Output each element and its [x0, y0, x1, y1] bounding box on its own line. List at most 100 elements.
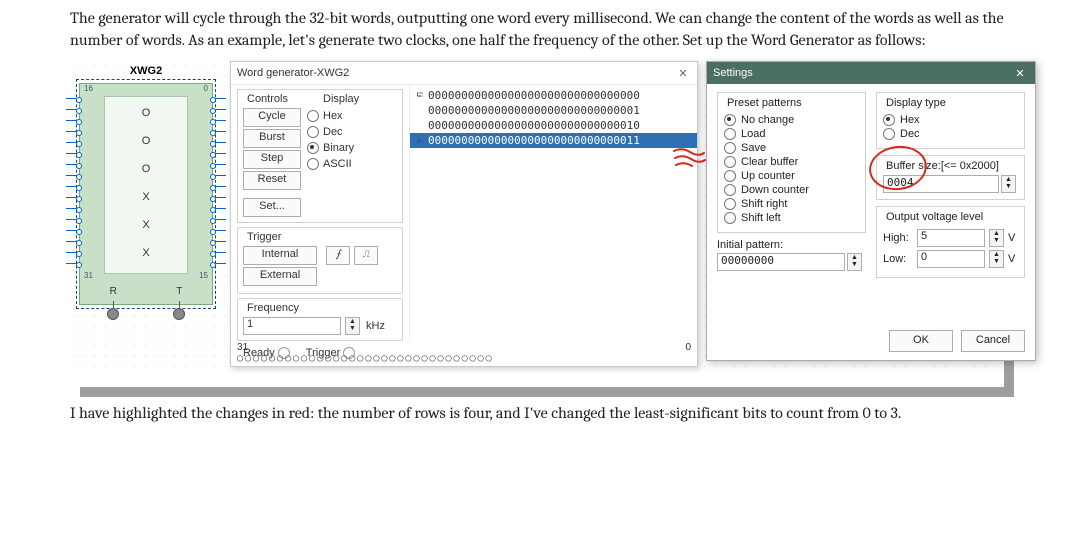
- word-row[interactable]: ⮓00000000000000000000000000000000: [410, 88, 697, 103]
- buffer-size-spin[interactable]: [1001, 175, 1016, 193]
- xwg2-pin-right[interactable]: [212, 109, 226, 110]
- radio-icon: [307, 142, 319, 154]
- reset-button[interactable]: Reset: [243, 171, 301, 190]
- display-radio-binary[interactable]: Binary: [307, 142, 354, 154]
- xwg2-inner-row: X: [105, 187, 187, 201]
- preset-radio-save[interactable]: Save: [724, 142, 859, 154]
- preset-radio-sleft[interactable]: Shift left: [724, 212, 859, 224]
- xwg2-pin-right[interactable]: [212, 98, 226, 99]
- frequency-input[interactable]: 1: [243, 317, 341, 335]
- display-type-radio-dec[interactable]: Dec: [883, 128, 1018, 140]
- xwg2-pin-left[interactable]: [66, 230, 80, 231]
- display-radio-ascii[interactable]: ASCII: [307, 158, 354, 170]
- xwg2-component[interactable]: XWG2 16 0 OOOXXX 31 15 R T: [76, 65, 216, 309]
- xwg2-pin-left[interactable]: [66, 109, 80, 110]
- xwg2-pin-left[interactable]: [66, 197, 80, 198]
- high-spin[interactable]: [989, 229, 1004, 247]
- display-radio-label: Hex: [323, 110, 343, 122]
- xwg2-pin-left[interactable]: [66, 241, 80, 242]
- xwg2-pin-right[interactable]: [212, 252, 226, 253]
- xwg2-pin-left[interactable]: [66, 120, 80, 121]
- radio-icon: [724, 184, 736, 196]
- preset-radio-label: No change: [741, 114, 794, 126]
- trigger-internal-button[interactable]: Internal: [243, 246, 317, 265]
- word-generator-window: Word generator-XWG2 ✕ Controls Display C…: [230, 61, 698, 367]
- low-input[interactable]: 0: [917, 250, 985, 268]
- xwg2-pin-right[interactable]: [212, 164, 226, 165]
- word-row[interactable]: ▶00000000000000000000000000000011: [410, 133, 697, 148]
- word-list[interactable]: ⮓000000000000000000000000000000000000000…: [410, 88, 697, 148]
- low-spin[interactable]: [989, 250, 1004, 268]
- xwg2-pin-left[interactable]: [66, 186, 80, 187]
- xwg2-pin-left[interactable]: [66, 142, 80, 143]
- radio-icon: [883, 114, 895, 126]
- trigger-external-button[interactable]: External: [243, 267, 317, 286]
- preset-radio-nochange[interactable]: No change: [724, 114, 859, 126]
- word-row[interactable]: 00000000000000000000000000000001: [410, 103, 697, 118]
- xwg2-pin-right[interactable]: [212, 230, 226, 231]
- xwg2-pin-right[interactable]: [212, 142, 226, 143]
- preset-radio-label: Shift right: [741, 198, 787, 210]
- set-button[interactable]: Set...: [243, 198, 301, 217]
- xwg2-pin-right[interactable]: [212, 241, 226, 242]
- display-label: Display: [321, 93, 361, 105]
- high-input[interactable]: 5: [917, 229, 985, 247]
- buffer-size-input[interactable]: 0004: [883, 175, 999, 193]
- xwg2-pin-left[interactable]: [66, 131, 80, 132]
- radio-icon: [724, 198, 736, 210]
- xwg2-t-label: T: [176, 286, 182, 297]
- step-button[interactable]: Step: [243, 150, 301, 169]
- xwg2-pin-right[interactable]: [212, 186, 226, 187]
- xwg2-pin-right[interactable]: [212, 120, 226, 121]
- xwg2-pin-left[interactable]: [66, 252, 80, 253]
- cancel-button[interactable]: Cancel: [961, 330, 1025, 352]
- word-value: 00000000000000000000000000000010: [428, 119, 640, 132]
- close-icon[interactable]: ✕: [675, 65, 691, 81]
- preset-radio-sright[interactable]: Shift right: [724, 198, 859, 210]
- settings-close-icon[interactable]: ✕: [1011, 64, 1029, 82]
- display-radio-label: ASCII: [323, 158, 352, 170]
- preset-radio-label: Down counter: [741, 184, 809, 196]
- preset-radio-load[interactable]: Load: [724, 128, 859, 140]
- xwg2-pin-left[interactable]: [66, 98, 80, 99]
- xwg2-pin-left[interactable]: [66, 263, 80, 264]
- initial-pattern-spin[interactable]: [847, 253, 862, 271]
- display-radio-hex[interactable]: Hex: [307, 110, 354, 122]
- voltage-label: Output voltage level: [883, 211, 986, 223]
- xwg2-pin-left[interactable]: [66, 219, 80, 220]
- xwg2-pin-right[interactable]: [212, 175, 226, 176]
- xwg2-pin-left[interactable]: [66, 175, 80, 176]
- burst-button[interactable]: Burst: [243, 129, 301, 148]
- rising-edge-button[interactable]: ⨍: [326, 246, 350, 265]
- frequency-spin[interactable]: [345, 317, 360, 335]
- preset-radio-clear[interactable]: Clear buffer: [724, 156, 859, 168]
- falling-edge-button[interactable]: ⎍: [354, 246, 378, 265]
- low-unit: V: [1008, 253, 1015, 265]
- outro-paragraph: I have highlighted the changes in red: t…: [70, 403, 1004, 425]
- display-radio-dec[interactable]: Dec: [307, 126, 354, 138]
- preset-radio-label: Shift left: [741, 212, 781, 224]
- bit-ruler-dots: ◯◯◯◯◯◯◯◯◯◯◯◯◯◯◯◯◯◯◯◯◯◯◯◯◯◯◯◯◯◯◯◯: [237, 353, 691, 364]
- blank-icon: [414, 105, 426, 117]
- xwg2-screen: OOOXXX: [104, 96, 188, 274]
- display-type-radio-hex[interactable]: Hex: [883, 114, 1018, 126]
- xwg2-pin-right[interactable]: [212, 263, 226, 264]
- xwg2-pin-left[interactable]: [66, 208, 80, 209]
- xwg2-pin-right[interactable]: [212, 153, 226, 154]
- frequency-label: Frequency: [245, 302, 301, 314]
- initial-pattern-input[interactable]: 00000000: [717, 253, 845, 271]
- xwg2-pin-right[interactable]: [212, 219, 226, 220]
- low-label: Low:: [883, 253, 913, 265]
- word-row[interactable]: 00000000000000000000000000000010: [410, 118, 697, 133]
- xwg2-pin-left[interactable]: [66, 153, 80, 154]
- cycle-button[interactable]: Cycle: [243, 108, 301, 127]
- preset-radio-up[interactable]: Up counter: [724, 170, 859, 182]
- display-type-label: Display type: [883, 97, 949, 109]
- xwg2-pin-right[interactable]: [212, 131, 226, 132]
- xwg2-pin-left[interactable]: [66, 164, 80, 165]
- high-label: High:: [883, 232, 913, 244]
- xwg2-pin-right[interactable]: [212, 208, 226, 209]
- preset-radio-down[interactable]: Down counter: [724, 184, 859, 196]
- xwg2-pin-right[interactable]: [212, 197, 226, 198]
- ok-button[interactable]: OK: [889, 330, 953, 352]
